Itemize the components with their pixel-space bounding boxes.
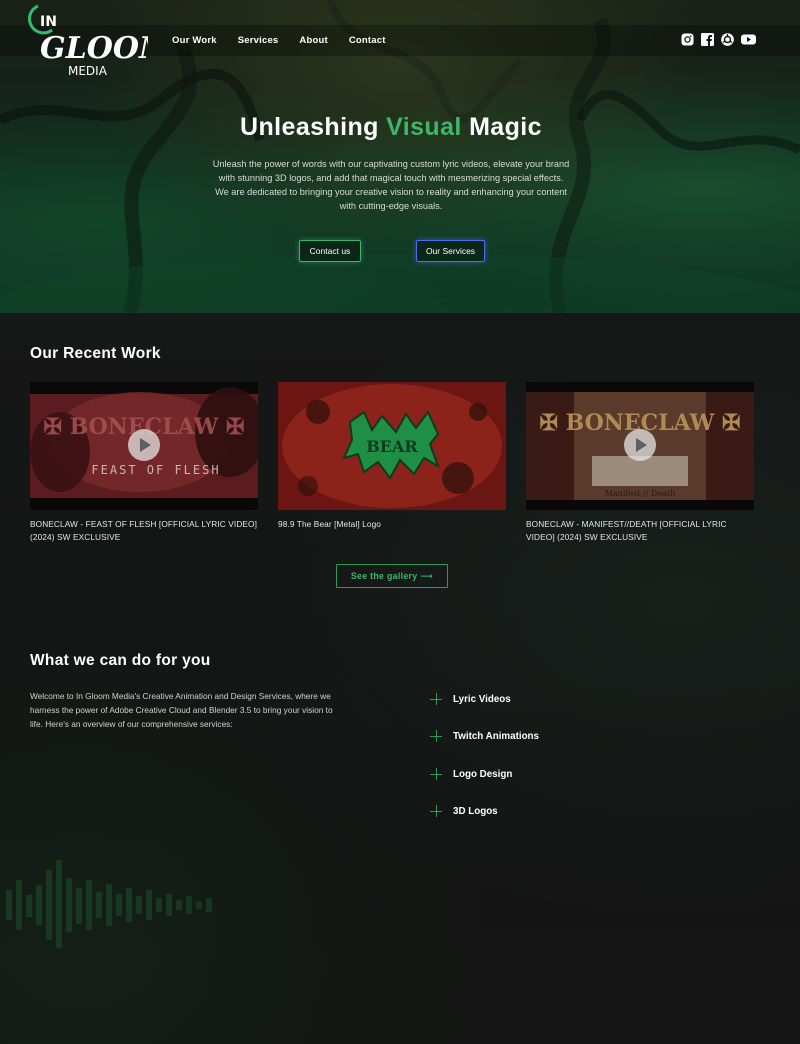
video-thumbnail[interactable]: ✠ BONECLAW ✠ Manifest // Death	[526, 382, 754, 510]
contact-us-button[interactable]: Contact us	[299, 240, 361, 262]
hero-title-pre: Unleashing	[240, 113, 387, 141]
logo-text-in: IN	[40, 14, 57, 30]
service-item-logo-design[interactable]: Logo Design	[430, 767, 610, 783]
nav-about[interactable]: About	[299, 35, 327, 46]
service-item-3d-logos[interactable]: 3D Logos	[430, 804, 610, 820]
facebook-icon[interactable]	[701, 33, 714, 46]
video-thumbnail[interactable]: ✠ BONECLAW ✠ FEAST OF FLESH	[30, 382, 258, 510]
play-icon[interactable]	[128, 429, 160, 461]
svg-text:BEAR: BEAR	[366, 437, 418, 456]
hero-title-accent: Visual	[386, 113, 462, 141]
service-label: Lyric Videos	[453, 694, 511, 705]
main-nav: Our Work Services About Contact	[172, 35, 407, 46]
thumbnail-caption: FEAST OF FLESH	[91, 463, 220, 477]
plus-icon[interactable]	[430, 805, 442, 817]
see-gallery-button[interactable]: See the gallery ⟶	[336, 564, 448, 588]
audio-visualizer-decoration	[6, 860, 212, 948]
hero-description: Unleash the power of words with our capt…	[212, 159, 570, 211]
thumbnail-caption: Manifest // Death	[605, 489, 675, 498]
instagram-icon[interactable]	[681, 33, 694, 46]
hero-title: Unleashing Visual Magic	[0, 113, 782, 142]
hero-title-post: Magic	[461, 113, 542, 141]
play-icon[interactable]	[624, 429, 656, 461]
thumbnail-art: BEAR	[278, 382, 506, 510]
github-icon[interactable]	[721, 33, 734, 46]
plus-icon[interactable]	[430, 693, 442, 705]
service-label: Twitch Animations	[453, 731, 539, 742]
brand-logo[interactable]: IN GLOOM MEDIA	[28, 4, 148, 78]
youtube-icon[interactable]	[741, 33, 756, 46]
service-item-lyric-videos[interactable]: Lyric Videos	[430, 692, 610, 708]
logo-text-gloom: GLOOM	[40, 31, 148, 66]
services-title: What we can do for you	[30, 652, 211, 669]
logo-thumbnail[interactable]: BEAR	[278, 382, 506, 510]
nav-contact[interactable]: Contact	[349, 35, 386, 46]
social-links	[681, 33, 756, 46]
hero-section: IN GLOOM MEDIA Our Work Services About C…	[0, 0, 800, 313]
work-card-title[interactable]: 98.9 The Bear [Metal] Logo	[278, 518, 506, 531]
work-card-title[interactable]: BONECLAW - MANIFEST//DEATH [OFFICIAL LYR…	[526, 518, 754, 544]
recent-work-title: Our Recent Work	[30, 345, 161, 362]
nav-our-work[interactable]: Our Work	[172, 35, 217, 46]
service-label: 3D Logos	[453, 806, 498, 817]
service-label: Logo Design	[453, 769, 513, 780]
plus-icon[interactable]	[430, 730, 442, 742]
service-item-twitch-animations[interactable]: Twitch Animations	[430, 729, 610, 745]
nav-services[interactable]: Services	[238, 35, 279, 46]
logo-text-media: MEDIA	[68, 64, 108, 78]
plus-icon[interactable]	[430, 768, 442, 780]
our-services-button[interactable]: Our Services	[416, 240, 485, 262]
services-description: Welcome to In Gloom Media's Creative Ani…	[30, 691, 333, 729]
work-card-title[interactable]: BONECLAW - FEAST OF FLESH [OFFICIAL LYRI…	[30, 518, 258, 544]
